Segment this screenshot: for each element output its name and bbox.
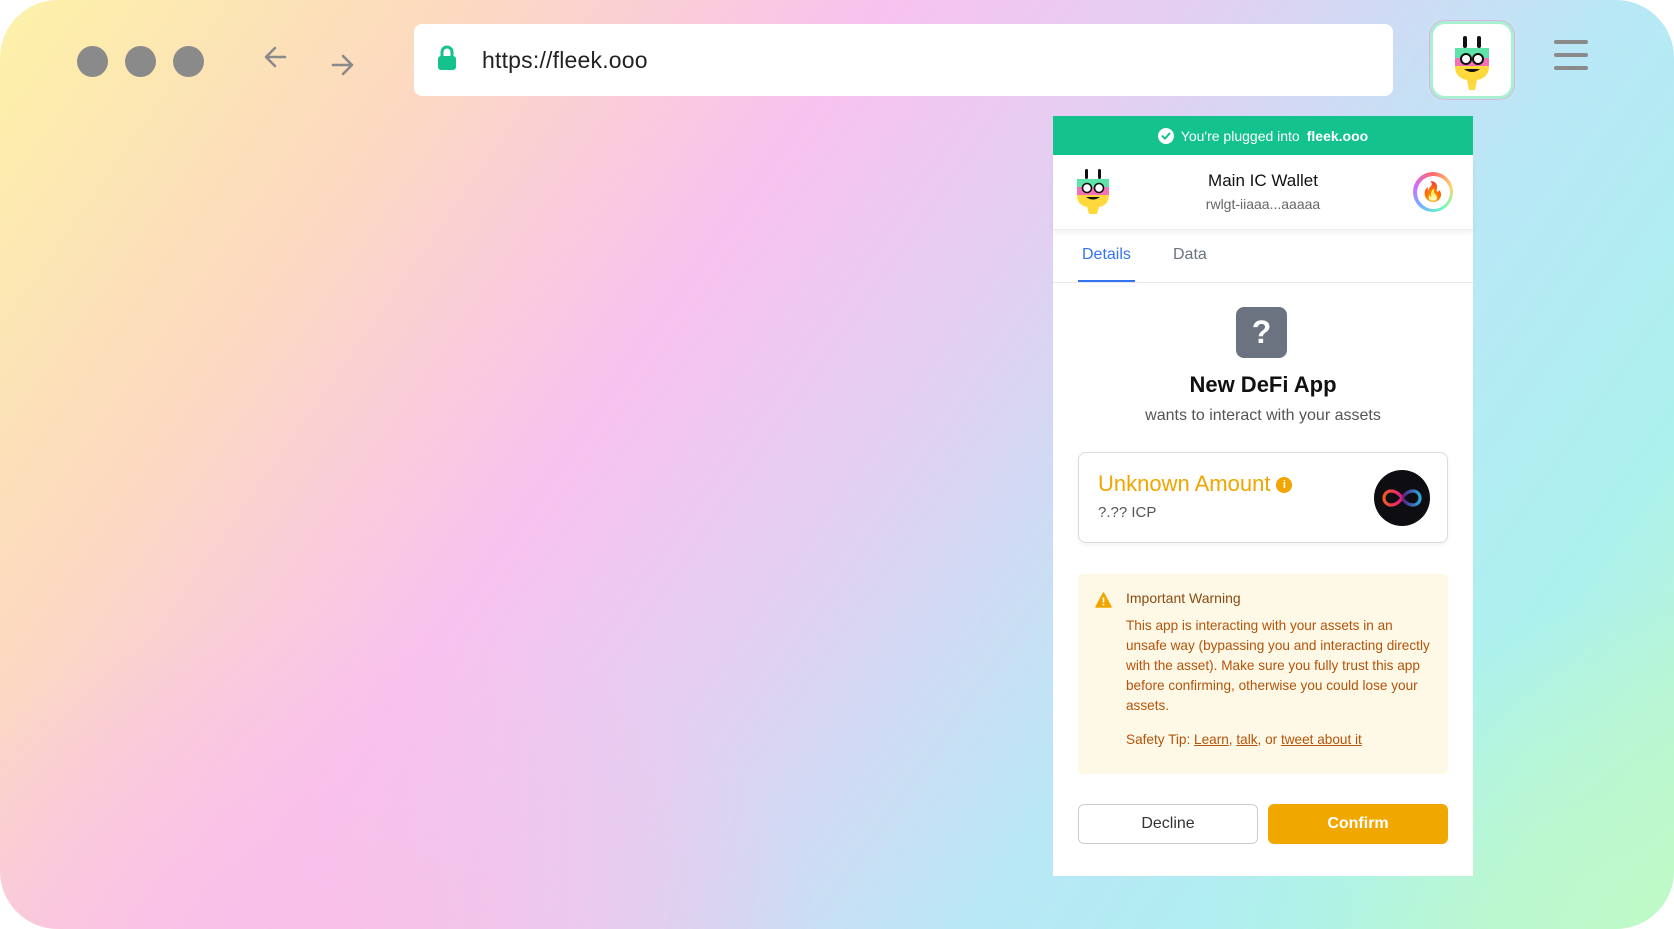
wallet-avatar[interactable]: 🔥 (1413, 172, 1453, 212)
talk-link[interactable]: talk (1236, 732, 1257, 747)
window-minimize-dot[interactable] (125, 46, 156, 77)
popup-tabs: Details Data (1053, 230, 1473, 283)
window-close-dot[interactable] (77, 46, 108, 77)
tweet-link[interactable]: tweet about it (1281, 732, 1362, 747)
tab-data[interactable]: Data (1173, 230, 1207, 282)
app-subtitle: wants to interact with your assets (1145, 407, 1381, 424)
arrow-right-icon[interactable] (325, 48, 359, 82)
banner-text: You're plugged into (1180, 127, 1300, 144)
fire-emoji-icon: 🔥 (1416, 175, 1450, 209)
warning-title: Important Warning (1126, 590, 1241, 606)
plug-extension-button[interactable] (1433, 24, 1511, 96)
safety-tip-separator: , or (1257, 732, 1278, 747)
question-mark-icon: ? (1236, 307, 1287, 358)
amount-title-row: Unknown Amount i (1098, 471, 1293, 497)
safety-tip-label: Safety Tip: (1126, 732, 1191, 747)
warning-box: Important Warning This app is interactin… (1078, 574, 1448, 774)
url-text[interactable]: https://fleek.ooo (482, 24, 648, 96)
confirm-button[interactable]: Confirm (1268, 804, 1448, 844)
warning-body: This app is interacting with your assets… (1126, 618, 1430, 713)
safety-tip-separator: , (1228, 732, 1233, 747)
amount-value: ?.?? ICP (1098, 504, 1157, 521)
warning-triangle-icon (1095, 592, 1112, 608)
plug-popup: You're plugged into fleek.ooo Main IC Wal… (1053, 116, 1473, 876)
wallet-header: Main IC Wallet rwlgt-iiaaa...aaaaa 🔥 (1053, 155, 1473, 230)
info-icon[interactable]: i (1276, 477, 1293, 493)
wallet-address[interactable]: rwlgt-iiaaa...aaaaa (1053, 196, 1473, 212)
amount-title: Unknown Amount (1098, 471, 1271, 496)
plug-icon (1455, 36, 1489, 90)
browser-window: https://fleek.ooo You're plugged into fle… (0, 0, 1674, 929)
banner-site: fleek.ooo (1306, 127, 1369, 144)
decline-button[interactable]: Decline (1078, 804, 1258, 844)
lock-icon (436, 45, 458, 71)
wallet-name: Main IC Wallet (1208, 171, 1318, 190)
learn-link[interactable]: Learn (1194, 732, 1229, 747)
amount-card: Unknown Amount i ?.?? ICP (1078, 452, 1448, 543)
arrow-left-icon[interactable] (259, 40, 293, 74)
app-name: New DeFi App (1189, 372, 1337, 397)
window-maximize-dot[interactable] (173, 46, 204, 77)
icp-infinity-icon (1374, 470, 1430, 526)
address-bar[interactable]: https://fleek.ooo (414, 24, 1393, 96)
safety-tip: Safety Tip: Learn, talk, or tweet about … (1126, 732, 1362, 747)
hamburger-menu-icon[interactable] (1554, 40, 1588, 70)
connection-banner: You're plugged into fleek.ooo (1053, 116, 1473, 155)
check-circle-icon (1157, 127, 1174, 144)
tab-details[interactable]: Details (1078, 230, 1135, 282)
